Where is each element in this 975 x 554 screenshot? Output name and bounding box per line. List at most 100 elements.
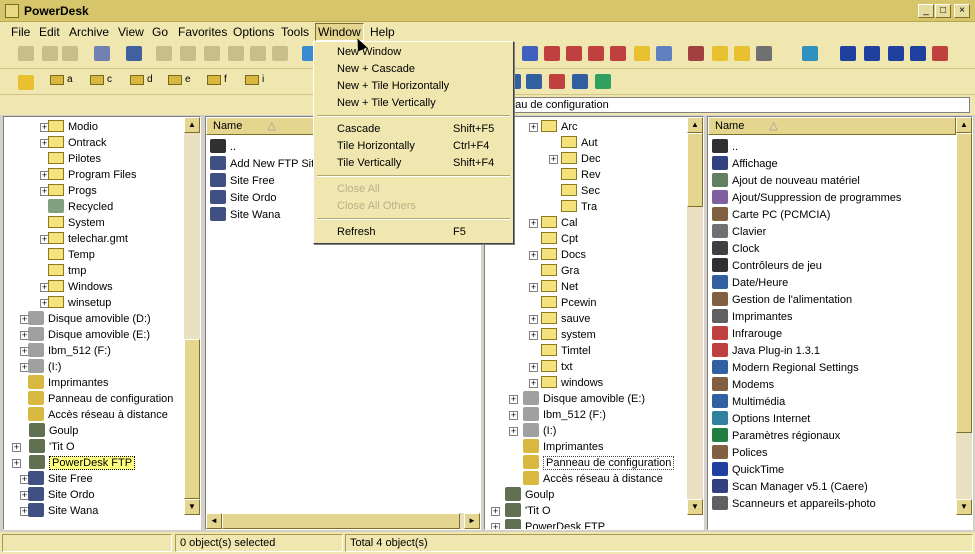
tree-item[interactable]: Recycled — [48, 199, 113, 215]
tree-item[interactable]: + PowerDesk FTP — [12, 455, 136, 471]
tree-item[interactable]: + 'Tit O — [491, 503, 551, 519]
list-item[interactable]: Site Ordo — [210, 190, 276, 206]
properties-icon[interactable] — [126, 46, 142, 61]
menu-view[interactable]: View — [118, 25, 144, 39]
scroll-right-button[interactable]: ► — [464, 513, 480, 529]
list-item[interactable]: Ajout de nouveau matériel — [712, 173, 860, 189]
tree-item[interactable]: + Ibm_512 (F:) — [509, 407, 606, 423]
menu-tools[interactable]: Tools — [281, 25, 309, 39]
right-list-scrollbar[interactable]: ▲ ▼ — [956, 117, 972, 515]
new-item-icon[interactable] — [634, 46, 650, 61]
tree-item[interactable]: + txt — [529, 359, 573, 375]
sort-az-icon[interactable] — [522, 46, 538, 61]
move-up-icon[interactable] — [656, 46, 672, 61]
find-binoculars-icon[interactable] — [688, 46, 704, 61]
scroll-thumb[interactable] — [222, 513, 460, 529]
sort-date-icon[interactable] — [566, 46, 582, 61]
expand-icon[interactable]: + — [491, 507, 500, 516]
scroll-down-button[interactable]: ▼ — [184, 499, 200, 515]
tree-item[interactable]: Pilotes — [48, 151, 101, 167]
right-tree-pane[interactable]: + Arc Aut + Dec Rev Sec Tra + Cal Cpt + Docs Gra + Net P… — [484, 116, 704, 530]
dialup-icon[interactable] — [572, 74, 588, 89]
paste-icon[interactable] — [62, 46, 78, 61]
tree-item[interactable]: + Site Free — [20, 471, 93, 487]
menu-favorites[interactable]: Favorites — [178, 25, 227, 39]
tree-item[interactable]: Temp — [48, 247, 95, 263]
list-item[interactable]: Clavier — [712, 224, 766, 240]
monitor-icon[interactable] — [526, 74, 542, 89]
tree-item[interactable]: Rev — [561, 167, 601, 183]
tree-item[interactable]: Aut — [561, 135, 598, 151]
internet-icon[interactable] — [595, 74, 611, 89]
list-item[interactable]: Imprimantes — [712, 309, 793, 325]
expand-icon[interactable]: + — [491, 523, 500, 529]
menu-item-new-cascade[interactable]: New + Cascade — [314, 61, 513, 78]
scroll-thumb[interactable] — [687, 133, 703, 207]
scroll-down-button[interactable]: ▼ — [687, 499, 703, 515]
list-item[interactable]: Scanneurs et appareils-photo — [712, 496, 876, 512]
list-item[interactable]: Infrarouge — [712, 326, 782, 342]
tree-item[interactable]: System — [48, 215, 105, 231]
menu-item-tile-vertically[interactable]: Tile Vertically Shift+F4 — [314, 155, 513, 172]
tree-item[interactable]: + Progs — [40, 183, 97, 199]
tree-item[interactable]: + Disque amovible (E:) — [509, 391, 645, 407]
menu-item-new-tile-vertically[interactable]: New + Tile Vertically — [314, 95, 513, 112]
right-tree-scrollbar[interactable]: ▲ ▼ — [687, 117, 703, 515]
tree-item[interactable]: Accès réseau à distance — [28, 407, 168, 423]
tree-item[interactable]: Tra — [561, 199, 597, 215]
list-item[interactable]: QuickTime — [712, 462, 784, 478]
tree-item[interactable]: + winsetup — [40, 295, 111, 311]
tree-item[interactable]: Sec — [561, 183, 600, 199]
drive-c-button[interactable]: c — [90, 74, 112, 90]
undo-icon[interactable] — [94, 46, 110, 61]
expand-icon[interactable]: + — [12, 443, 21, 452]
scroll-up-button[interactable]: ▲ — [687, 117, 703, 133]
tree-item[interactable]: + Net — [529, 279, 578, 295]
tree-item[interactable]: Gra — [541, 263, 579, 279]
expand-icon[interactable]: + — [509, 395, 518, 404]
control-panel-icon[interactable] — [549, 74, 565, 89]
expand-icon[interactable]: + — [529, 219, 538, 228]
menu-archive[interactable]: Archive — [69, 25, 109, 39]
list-item[interactable]: Site Free — [210, 173, 275, 189]
tree-item[interactable]: + (I:) — [509, 423, 556, 439]
list-item[interactable]: .. — [210, 139, 236, 155]
delete-icon[interactable] — [156, 46, 172, 61]
tree-item[interactable]: + Windows — [40, 279, 113, 295]
cut-icon[interactable] — [18, 46, 34, 61]
expand-icon[interactable]: + — [529, 363, 538, 372]
drive-e-button[interactable]: e — [168, 74, 191, 90]
sort-type-icon[interactable] — [610, 46, 626, 61]
scroll-up-button[interactable]: ▲ — [956, 117, 972, 133]
up-folder-icon[interactable] — [18, 75, 34, 90]
menu-item-close-all[interactable]: Close All — [314, 181, 513, 198]
close-button[interactable]: × — [954, 4, 970, 18]
list-item[interactable]: Paramètres régionaux — [712, 428, 840, 444]
list-item[interactable]: Date/Heure — [712, 275, 788, 291]
tree-item[interactable]: + Site Wana — [20, 503, 98, 519]
expand-icon[interactable]: + — [529, 315, 538, 324]
menu-item-tile-horizontally[interactable]: Tile Horizontally Ctrl+F4 — [314, 138, 513, 155]
magnifier-icon[interactable] — [756, 46, 772, 61]
drive-a-button[interactable]: a — [50, 74, 73, 90]
list-item[interactable]: Contrôleurs de jeu — [712, 258, 822, 274]
left-list-hscrollbar[interactable]: ◄ ► — [206, 513, 480, 529]
right-list-pane[interactable]: Name △ .. Affichage Ajout de nouveau matér… — [707, 116, 973, 530]
drive-i-button[interactable]: i — [245, 74, 264, 90]
list-item[interactable]: Modems — [712, 377, 774, 393]
expand-icon[interactable]: + — [529, 283, 538, 292]
rename-icon[interactable] — [250, 46, 266, 61]
expand-icon[interactable]: + — [529, 379, 538, 388]
scroll-thumb[interactable] — [184, 339, 200, 499]
tree-item[interactable]: + Disque amovible (E:) — [20, 327, 150, 343]
scroll-left-button[interactable]: ◄ — [206, 513, 222, 529]
drive-d-button[interactable]: d — [130, 74, 153, 90]
menu-item-new-tile-horizontally[interactable]: New + Tile Horizontally — [314, 78, 513, 95]
layout-icon[interactable] — [932, 46, 948, 61]
single-pane-icon[interactable] — [840, 46, 856, 61]
tree-item[interactable]: + 'Tit O — [12, 439, 75, 455]
expand-icon[interactable]: + — [549, 155, 558, 164]
globe-icon[interactable] — [802, 46, 818, 61]
tree-item[interactable]: + Arc — [529, 119, 578, 135]
list-item[interactable]: Multimédia — [712, 394, 785, 410]
